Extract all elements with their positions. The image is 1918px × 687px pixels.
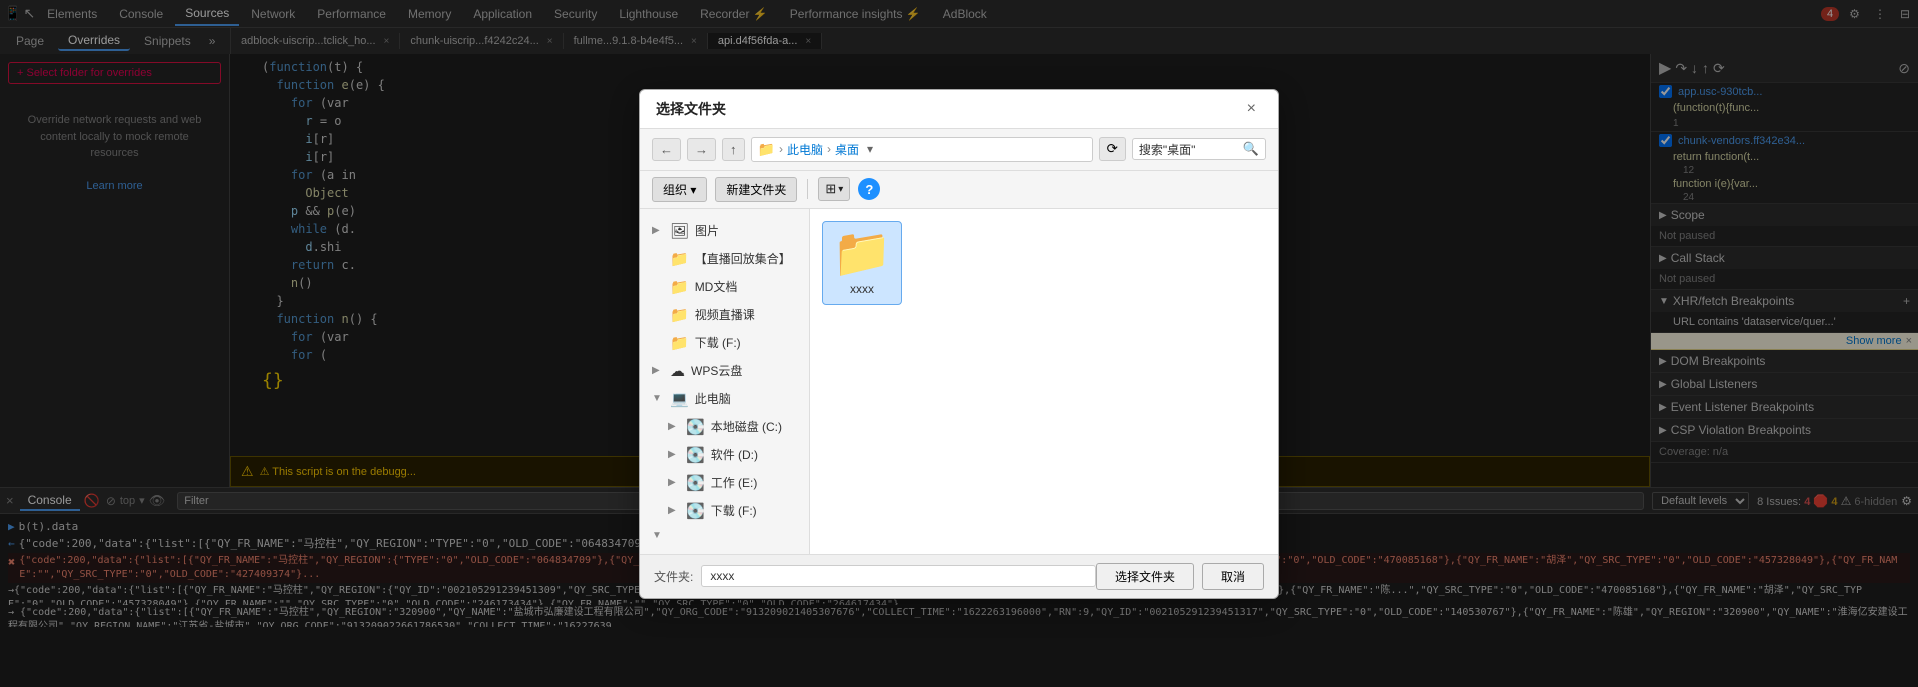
sidebar-e-drive[interactable]: ▶ 💽 工作 (E:) xyxy=(640,469,809,497)
sidebar-wps[interactable]: ▶ ☁ WPS云盘 xyxy=(640,357,809,385)
new-folder-button[interactable]: 新建文件夹 xyxy=(715,177,797,202)
organize-button[interactable]: 组织 ▾ xyxy=(652,177,707,202)
breadcrumb-sep-2: › xyxy=(827,142,831,156)
select-folder-confirm-button[interactable]: 选择文件夹 xyxy=(1096,563,1194,590)
f-drive-icon: 💽 xyxy=(686,502,705,520)
filename-row: 文件夹: xyxy=(654,565,1096,587)
d-drive-icon: 💽 xyxy=(686,446,705,464)
sidebar-live-playback[interactable]: 📁 【直播回放集合】 xyxy=(640,245,809,273)
dialog-close-button[interactable]: × xyxy=(1241,98,1262,120)
dialog-title-bar: 选择文件夹 × xyxy=(640,90,1278,129)
sidebar-f-drive[interactable]: ▶ 💽 下载 (F:) xyxy=(640,497,809,525)
cancel-button[interactable]: 取消 xyxy=(1202,563,1264,590)
dialog-content-area: 📁 xxxx xyxy=(810,209,1278,554)
help-button[interactable]: ? xyxy=(858,178,880,200)
nav-forward-button[interactable]: → xyxy=(687,138,716,161)
breadcrumb-sep-1: › xyxy=(779,142,783,156)
sidebar-pictures[interactable]: ▶ 🖼 图片 xyxy=(640,217,809,245)
dialog-title: 选择文件夹 xyxy=(656,99,726,119)
folder-grid: 📁 xxxx xyxy=(822,221,1266,305)
sidebar-video[interactable]: 📁 视频直播课 xyxy=(640,301,809,329)
breadcrumb-dropdown-icon[interactable]: ▾ xyxy=(867,142,873,156)
sidebar-c-drive[interactable]: ▶ 💽 本地磁盘 (C:) xyxy=(640,413,809,441)
toolbar-separator xyxy=(807,179,808,199)
pc-icon: 💻 xyxy=(670,390,689,408)
dialog-toolbar: 组织 ▾ 新建文件夹 ⊞ ▾ ? xyxy=(640,171,1278,209)
refresh-button[interactable]: ⟳ xyxy=(1099,137,1126,161)
sidebar-this-pc[interactable]: ▼ 💻 此电脑 xyxy=(640,385,809,413)
view-button[interactable]: ⊞ ▾ xyxy=(818,177,850,201)
sidebar-download-f[interactable]: 📁 下载 (F:) xyxy=(640,329,809,357)
file-chooser-overlay: 选择文件夹 × ← → ↑ 📁 › 此电脑 › 桌面 ▾ ⟳ 🔍 组织 ▾ xyxy=(0,0,1918,687)
nav-back-button[interactable]: ← xyxy=(652,138,681,161)
file-chooser-dialog: 选择文件夹 × ← → ↑ 📁 › 此电脑 › 桌面 ▾ ⟳ 🔍 组织 ▾ xyxy=(639,89,1279,599)
search-input[interactable] xyxy=(1139,142,1239,156)
dialog-body: ▶ 🖼 图片 📁 【直播回放集合】 📁 MD文档 📁 视频 xyxy=(640,209,1278,554)
search-box: 🔍 xyxy=(1132,138,1266,160)
folder-label-xxxx: xxxx xyxy=(850,282,874,296)
sidebar-md[interactable]: 📁 MD文档 xyxy=(640,273,809,301)
pictures-icon: 🖼 xyxy=(670,222,689,240)
filename-label: 文件夹: xyxy=(654,568,693,585)
nav-up-button[interactable]: ↑ xyxy=(722,138,745,161)
folder-big-icon: 📁 xyxy=(832,230,892,278)
folder-xxxx[interactable]: 📁 xxxx xyxy=(822,221,902,305)
sidebar-d-drive[interactable]: ▶ 💽 软件 (D:) xyxy=(640,441,809,469)
breadcrumb-icon: 📁 xyxy=(758,141,775,158)
breadcrumb-desktop[interactable]: 桌面 xyxy=(835,141,859,158)
folder-icon-md: 📁 xyxy=(670,278,689,296)
filename-input[interactable] xyxy=(701,565,1096,587)
breadcrumb-nav: 📁 › 此电脑 › 桌面 ▾ xyxy=(751,137,1093,162)
e-drive-icon: 💽 xyxy=(686,474,705,492)
footer-buttons: 选择文件夹 取消 xyxy=(1096,563,1264,590)
dialog-footer: 文件夹: 选择文件夹 取消 xyxy=(640,554,1278,598)
view-icon: ⊞ xyxy=(825,181,836,197)
view-dropdown-icon[interactable]: ▾ xyxy=(838,184,843,195)
folder-icon-video: 📁 xyxy=(670,306,689,324)
c-drive-icon: 💽 xyxy=(686,418,705,436)
folder-icon-live: 📁 xyxy=(670,250,689,268)
dialog-nav: ← → ↑ 📁 › 此电脑 › 桌面 ▾ ⟳ 🔍 xyxy=(640,129,1278,171)
sidebar-more[interactable]: ▼ xyxy=(640,525,809,546)
dialog-sidebar: ▶ 🖼 图片 📁 【直播回放集合】 📁 MD文档 📁 视频 xyxy=(640,209,810,554)
breadcrumb-this-pc[interactable]: 此电脑 xyxy=(787,141,823,158)
wps-icon: ☁ xyxy=(670,362,685,380)
search-icon[interactable]: 🔍 xyxy=(1243,141,1259,157)
folder-icon-download-f: 📁 xyxy=(670,334,689,352)
